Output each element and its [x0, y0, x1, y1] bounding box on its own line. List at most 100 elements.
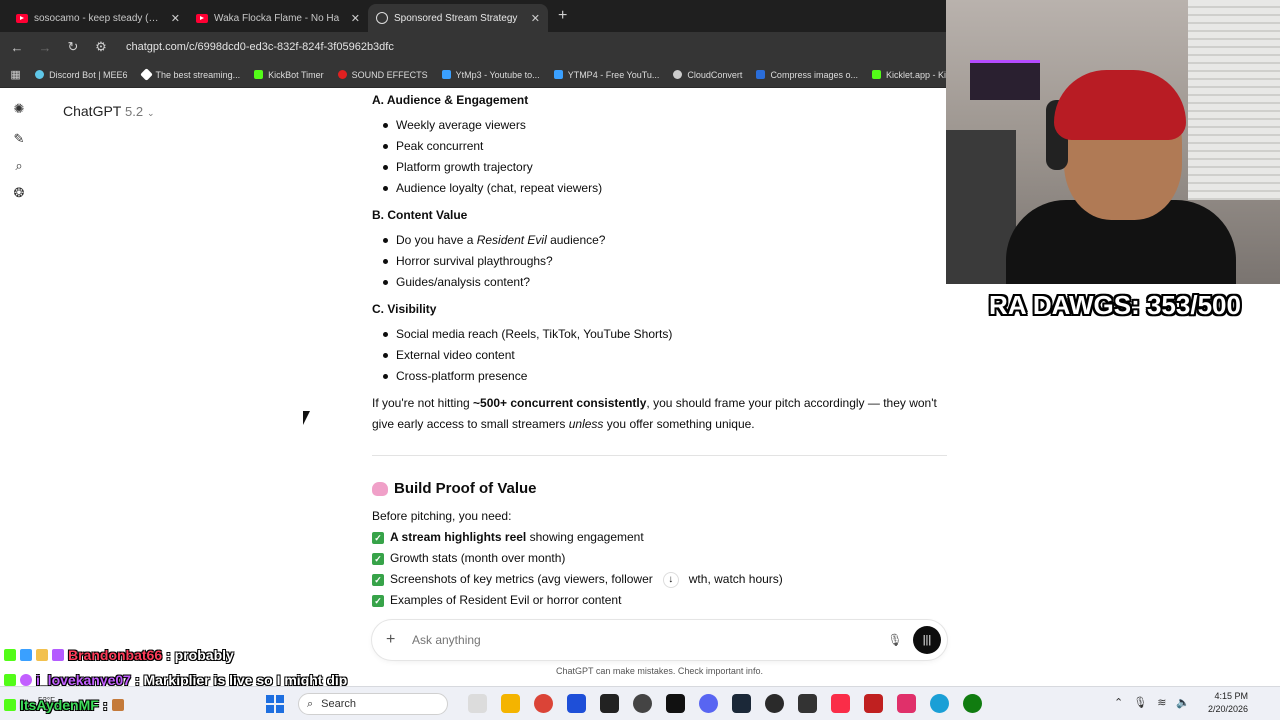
bookmark[interactable]: CloudConvert	[673, 70, 742, 80]
bookmark-icon	[673, 70, 683, 79]
chat-text: : probably	[166, 647, 234, 663]
epic-games-icon[interactable]	[666, 694, 685, 713]
browser-tab-active[interactable]: Sponsored Stream Strategy ✕	[368, 4, 548, 32]
kick-badge-icon	[4, 649, 16, 661]
address-bar-row: ← → ↻ ⚙ chatgpt.com/c/6998dcd0-ed3c-832f…	[0, 32, 946, 62]
check-box-icon: ✓	[372, 531, 384, 544]
list-item: Audience loyalty (chat, repeat viewers)	[372, 178, 947, 199]
section-heading: Build Proof of Value	[372, 478, 947, 499]
app-icon[interactable]	[897, 694, 916, 713]
file-explorer-icon[interactable]	[501, 694, 520, 713]
app-icon[interactable]	[930, 694, 949, 713]
brain-emoji-icon	[372, 481, 388, 496]
checklist-item: ✓ Screenshots of key metrics (avg viewers…	[372, 569, 947, 590]
chrome-icon[interactable]	[534, 694, 553, 713]
list-item: Social media reach (Reels, TikTok, YouTu…	[372, 324, 947, 345]
list-item: Horror survival playthroughs?	[372, 251, 947, 272]
kick-badge-icon	[4, 674, 16, 686]
model-selector[interactable]: ChatGPT 5.2 ⌄	[63, 103, 155, 119]
search-icon[interactable]: ⌕	[10, 157, 28, 175]
vegas-icon[interactable]	[567, 694, 586, 713]
divider	[372, 455, 947, 456]
bookmark[interactable]: YtMp3 - Youtube to...	[441, 70, 540, 80]
neon-shelf	[970, 60, 1040, 100]
bookmark-icon	[35, 70, 45, 79]
mouse-cursor-icon	[303, 411, 310, 425]
bookmark[interactable]: The best streaming...	[139, 68, 240, 81]
speaker-icon[interactable]: 🔈	[1176, 696, 1190, 709]
scroll-down-button[interactable]: ↓	[662, 571, 679, 588]
webcam-feed	[946, 0, 1280, 284]
voice-mode-button[interactable]: |||	[913, 626, 941, 654]
chat-message: Brandonbat66 : probably	[4, 647, 234, 663]
bookmark[interactable]: Kicklet.app - Ki	[871, 70, 946, 80]
close-tab-icon[interactable]: ✕	[531, 12, 540, 25]
list-item: Weekly average viewers	[372, 115, 947, 136]
windows-start-button[interactable]	[266, 695, 284, 713]
bookmark[interactable]: Discord Bot | MEE6	[35, 70, 128, 80]
list-item: Peak concurrent	[372, 136, 947, 157]
youtube-icon	[196, 13, 208, 23]
library-icon[interactable]: ❂	[10, 184, 28, 202]
bookmark[interactable]: Compress images o...	[756, 70, 858, 80]
clock[interactable]: 4:15 PM 2/20/2026	[1202, 690, 1248, 716]
taskbar-apps	[468, 694, 982, 713]
xbox-icon[interactable]	[963, 694, 982, 713]
list-item: Guides/analysis content?	[372, 272, 947, 293]
gift-badge-icon	[52, 649, 64, 661]
window-blinds	[1188, 0, 1280, 200]
close-tab-icon[interactable]: ✕	[171, 12, 180, 25]
close-tab-icon[interactable]: ✕	[351, 12, 360, 25]
prompt-input[interactable]	[406, 633, 885, 647]
microphone-icon[interactable]: 🎙	[1133, 696, 1147, 709]
camera-icon[interactable]	[798, 694, 817, 713]
vip-badge-icon	[36, 649, 48, 661]
tab-title: Sponsored Stream Strategy	[394, 12, 518, 24]
steam-icon[interactable]	[732, 694, 751, 713]
section-heading: C. Visibility	[372, 302, 437, 316]
model-version: 5.2	[125, 104, 144, 119]
bookmark[interactable]: KickBot Timer	[254, 70, 324, 80]
new-tab-button[interactable]: +	[558, 7, 567, 25]
browser-tab[interactable]: Waka Flocka Flame - No Ha ✕	[188, 4, 368, 32]
bookmark-icon	[254, 70, 264, 79]
checklist-item: ✓ Examples of Resident Evil or horror con…	[372, 590, 947, 611]
section-heading: A. Audience & Engagement	[372, 93, 529, 107]
obs-icon[interactable]	[633, 694, 652, 713]
task-view-icon[interactable]	[468, 694, 487, 713]
app-icon[interactable]	[864, 694, 883, 713]
forward-icon[interactable]: →	[36, 40, 54, 55]
clock-time: 4:15 PM	[1214, 691, 1248, 701]
apps-grid-icon[interactable]: ▦	[10, 68, 21, 81]
checklist-item: ✓ A stream highlights reel showing engage…	[372, 527, 947, 548]
taskbar-search[interactable]: ⌕ Search	[298, 693, 448, 715]
browser-tab-bar: sosocamo - keep steady (Offici ✕ Waka Fl…	[0, 0, 946, 32]
new-chat-icon[interactable]: ✎	[10, 130, 28, 148]
capcut-icon[interactable]	[600, 694, 619, 713]
model-name: ChatGPT	[63, 103, 122, 119]
kick-badge-icon	[4, 699, 16, 711]
browser-tab[interactable]: sosocamo - keep steady (Offici ✕	[8, 4, 188, 32]
bookmark[interactable]: YTMP4 - Free YouTu...	[553, 70, 659, 80]
add-attachment-button[interactable]: +	[386, 631, 406, 649]
bookmark-icon	[553, 70, 563, 79]
url-field[interactable]: chatgpt.com/c/6998dcd0-ed3c-832f-824f-3f…	[126, 41, 394, 53]
disclaimer-text: ChatGPT can make mistakes. Check importa…	[556, 666, 763, 676]
wifi-icon[interactable]: ≋	[1157, 696, 1166, 709]
music-icon[interactable]	[831, 694, 850, 713]
reload-icon[interactable]: ↻	[64, 39, 82, 55]
bookmark-icon	[871, 70, 881, 79]
bookmark[interactable]: SOUND EFFECTS	[337, 70, 428, 80]
chevron-up-icon[interactable]: ⌃	[1114, 696, 1123, 709]
chatgpt-logo-icon[interactable]: ✺	[10, 100, 28, 118]
sub-goal-counter: RA DAWGS: 353/500	[989, 290, 1241, 320]
list-item: Cross-platform presence	[372, 366, 947, 387]
chatgpt-app-icon[interactable]	[765, 694, 784, 713]
checklist-item: ✓ Growth stats (month over month)	[372, 548, 947, 569]
site-info-icon[interactable]: ⚙	[92, 39, 110, 55]
back-icon[interactable]: ←	[8, 40, 26, 55]
discord-icon[interactable]	[699, 694, 718, 713]
sub-badge-icon	[20, 674, 32, 686]
chat-username: ItsAydenMF	[20, 697, 99, 713]
microphone-icon[interactable]: 🎙	[885, 633, 905, 647]
